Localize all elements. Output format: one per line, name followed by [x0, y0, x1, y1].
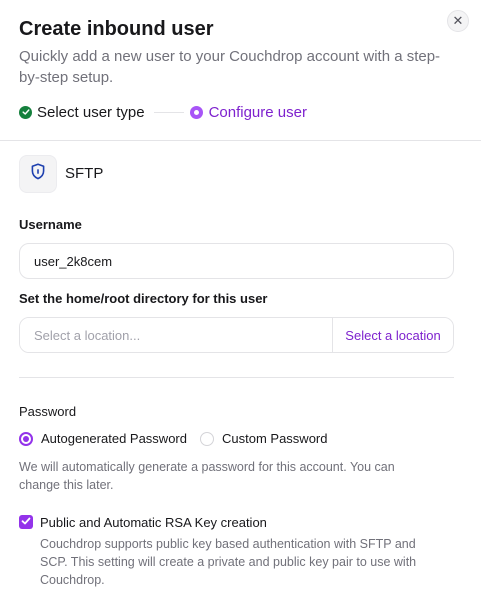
dialog-subtitle: Quickly add a new user to your Couchdrop… — [19, 48, 441, 86]
password-label: Password — [19, 404, 77, 419]
create-inbound-user-dialog: ✕ Create inbound user Quickly add a new … — [0, 0, 481, 604]
select-location-button[interactable]: Select a location — [332, 318, 453, 352]
rsa-key-description: Couchdrop supports public key based auth… — [40, 537, 417, 587]
location-input[interactable] — [20, 318, 332, 352]
home-directory-label: Set the home/root directory for this use… — [19, 291, 268, 306]
check-circle-icon — [19, 105, 32, 119]
rsa-key-checkbox[interactable] — [19, 515, 33, 529]
radio-label: Autogenerated Password — [41, 431, 187, 446]
radio-dot-icon — [189, 105, 203, 119]
radio-autogenerated-password[interactable]: Autogenerated Password — [19, 431, 187, 446]
dialog-title: Create inbound user — [19, 18, 214, 40]
radio-custom-password[interactable]: Custom Password — [200, 431, 327, 446]
divider — [0, 140, 481, 141]
radio-checked-icon — [19, 431, 33, 446]
radio-unchecked-icon — [200, 431, 214, 446]
radio-label: Custom Password — [222, 431, 328, 446]
step-connector — [153, 111, 184, 113]
username-label: Username — [19, 217, 82, 232]
rsa-key-label[interactable]: Public and Automatic RSA Key creation — [40, 515, 267, 530]
shield-lock-icon — [30, 163, 46, 185]
step-label: Select user type — [37, 103, 145, 121]
checkmark-icon — [21, 513, 31, 531]
password-helper-text: We will automatically generate a passwor… — [19, 460, 395, 492]
stepper: Select user type Configure user — [19, 102, 307, 122]
protocol-tile — [19, 155, 57, 193]
username-input[interactable] — [19, 243, 454, 279]
close-icon: ✕ — [452, 13, 464, 28]
home-directory-field: Select a location — [19, 317, 454, 353]
protocol-label: SFTP — [65, 165, 104, 182]
step-configure-user[interactable]: Configure user — [189, 103, 307, 121]
step-select-user-type[interactable]: Select user type — [19, 104, 145, 121]
close-button[interactable]: ✕ — [447, 10, 469, 32]
divider — [19, 377, 454, 378]
step-label: Configure user — [208, 103, 307, 121]
